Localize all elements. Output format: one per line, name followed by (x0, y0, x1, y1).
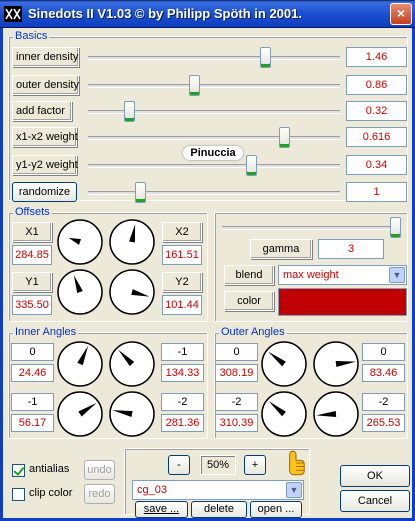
inner-density-value[interactable]: 1.46 (346, 47, 407, 67)
outer-angle-3-multiplier[interactable]: -2 (215, 393, 258, 411)
offset-y2-dial[interactable] (108, 268, 156, 316)
zoom-out-button[interactable]: - (168, 455, 190, 475)
y1-y2-weight-slider-thumb[interactable] (246, 155, 257, 176)
outer-density-label: outer density (12, 75, 79, 95)
blend-label: blend (224, 265, 274, 285)
inner-angle-3-value[interactable]: 56.17 (11, 414, 54, 432)
inner-angle-2-multiplier[interactable]: -1 (161, 343, 204, 361)
clip-color-checkbox[interactable] (12, 488, 25, 501)
window-title: Sinedots II V1.03 © by Philipp Spöth in … (28, 6, 302, 21)
y1-y2-weight-label: y1-y2 weight (12, 155, 78, 175)
x1-label: X1 (12, 222, 52, 242)
randomize-slider-thumb[interactable] (135, 182, 146, 203)
outer-density-value[interactable]: 0.86 (346, 75, 407, 95)
add-factor-label: add factor (12, 101, 72, 121)
pointing-hand-icon (289, 450, 305, 476)
color-swatch[interactable] (278, 288, 407, 316)
inner-angle-2-dial[interactable] (108, 340, 156, 388)
outer-angle-2-dial[interactable] (312, 340, 360, 388)
inner-angle-3-dial[interactable] (56, 390, 104, 438)
offset-y1-dial[interactable] (56, 268, 104, 316)
y1-y2-weight-track[interactable] (88, 164, 340, 168)
outer-angle-1-dial[interactable] (260, 340, 308, 388)
outer-angle-3-value[interactable]: 310.39 (215, 414, 258, 432)
outer-angle-4-value[interactable]: 265.53 (362, 414, 405, 432)
x1-x2-weight-label: x1-x2 weight (12, 127, 78, 147)
add-factor-value[interactable]: 0.32 (346, 101, 407, 121)
outer-angle-4-multiplier[interactable]: -2 (362, 393, 405, 411)
add-factor-slider-thumb[interactable] (124, 101, 135, 122)
redo-button[interactable]: redo (84, 484, 115, 504)
y2-label: Y2 (162, 272, 202, 292)
outer-density-track[interactable] (88, 84, 340, 88)
inner-angle-1-multiplier[interactable]: 0 (11, 343, 54, 361)
inner-angles-group-label: Inner Angles (13, 326, 79, 338)
zoom-in-button[interactable]: + (244, 455, 266, 475)
outer-angle-1-value[interactable]: 308.19 (215, 364, 258, 382)
inner-density-track[interactable] (88, 56, 340, 60)
inner-angle-3-multiplier[interactable]: -1 (11, 393, 54, 411)
cancel-button[interactable]: Cancel (340, 490, 410, 512)
outer-angles-group-label: Outer Angles (219, 326, 287, 338)
gamma-label: gamma (250, 239, 312, 259)
blend-selected-value: max weight (283, 269, 339, 281)
gamma-value[interactable]: 3 (318, 239, 384, 259)
app-icon (4, 6, 22, 22)
undo-button[interactable]: undo (84, 460, 115, 480)
gamma-track[interactable] (222, 226, 400, 230)
color-label: color (224, 291, 274, 311)
chevron-down-icon[interactable]: ▼ (286, 482, 302, 498)
zoom-level: 50% (200, 455, 236, 475)
offsets-group-label: Offsets (13, 206, 52, 218)
antialias-label: antialias (29, 463, 70, 475)
randomize-track[interactable] (88, 191, 340, 195)
x1-x2-weight-slider-thumb[interactable] (279, 127, 290, 148)
x1-x2-weight-track[interactable] (88, 136, 340, 140)
randomize-value[interactable]: 1 (346, 182, 407, 202)
inner-angle-4-dial[interactable] (108, 390, 156, 438)
delete-button[interactable]: delete (191, 501, 247, 518)
offset-x1-dial[interactable] (56, 218, 104, 266)
x1-x2-weight-value[interactable]: 0.616 (346, 127, 407, 147)
randomize-button[interactable]: randomize (12, 182, 77, 202)
inner-angle-4-multiplier[interactable]: -2 (161, 393, 204, 411)
y1-y2-weight-value[interactable]: 0.34 (346, 155, 407, 175)
inner-angle-1-dial[interactable] (56, 340, 104, 388)
y1-label: Y1 (12, 272, 52, 292)
title-bar[interactable]: Sinedots II V1.03 © by Philipp Spöth in … (0, 0, 415, 28)
close-button[interactable]: × (390, 3, 412, 25)
preset-selected-value: cg_03 (137, 484, 167, 496)
outer-angle-2-value[interactable]: 83.46 (362, 364, 405, 382)
y1-value[interactable]: 335.50 (12, 295, 52, 315)
inner-angle-4-value[interactable]: 281.36 (161, 414, 204, 432)
outer-density-slider-thumb[interactable] (189, 75, 200, 96)
gamma-slider-thumb[interactable] (390, 217, 401, 238)
x2-label: X2 (162, 222, 202, 242)
outer-angle-3-dial[interactable] (260, 390, 308, 438)
antialias-checkbox[interactable] (12, 464, 25, 477)
inner-angle-2-value[interactable]: 134.33 (161, 364, 204, 382)
chevron-down-icon[interactable]: ▼ (389, 267, 405, 283)
offset-x2-dial[interactable] (108, 218, 156, 266)
pinuccia-watermark: Pinuccia (183, 146, 243, 160)
outer-angle-1-multiplier[interactable]: 0 (215, 343, 258, 361)
x2-value[interactable]: 161.51 (162, 245, 202, 265)
inner-density-label: inner density (12, 47, 79, 67)
outer-angle-2-multiplier[interactable]: 0 (362, 343, 405, 361)
x1-value[interactable]: 284.85 (12, 245, 52, 265)
preset-select[interactable]: cg_03 ▼ (132, 480, 304, 500)
save-button[interactable]: save ... (135, 501, 188, 518)
inner-angle-1-value[interactable]: 24.46 (11, 364, 54, 382)
ok-button[interactable]: OK (340, 465, 410, 487)
basics-group-label: Basics (13, 30, 50, 42)
y2-value[interactable]: 101.44 (162, 295, 202, 315)
blend-select[interactable]: max weight ▼ (278, 265, 407, 285)
outer-angle-4-dial[interactable] (312, 390, 360, 438)
open-button[interactable]: open ... (250, 501, 302, 518)
inner-density-slider-thumb[interactable] (260, 47, 271, 68)
clip-color-label: clip color (29, 487, 73, 499)
